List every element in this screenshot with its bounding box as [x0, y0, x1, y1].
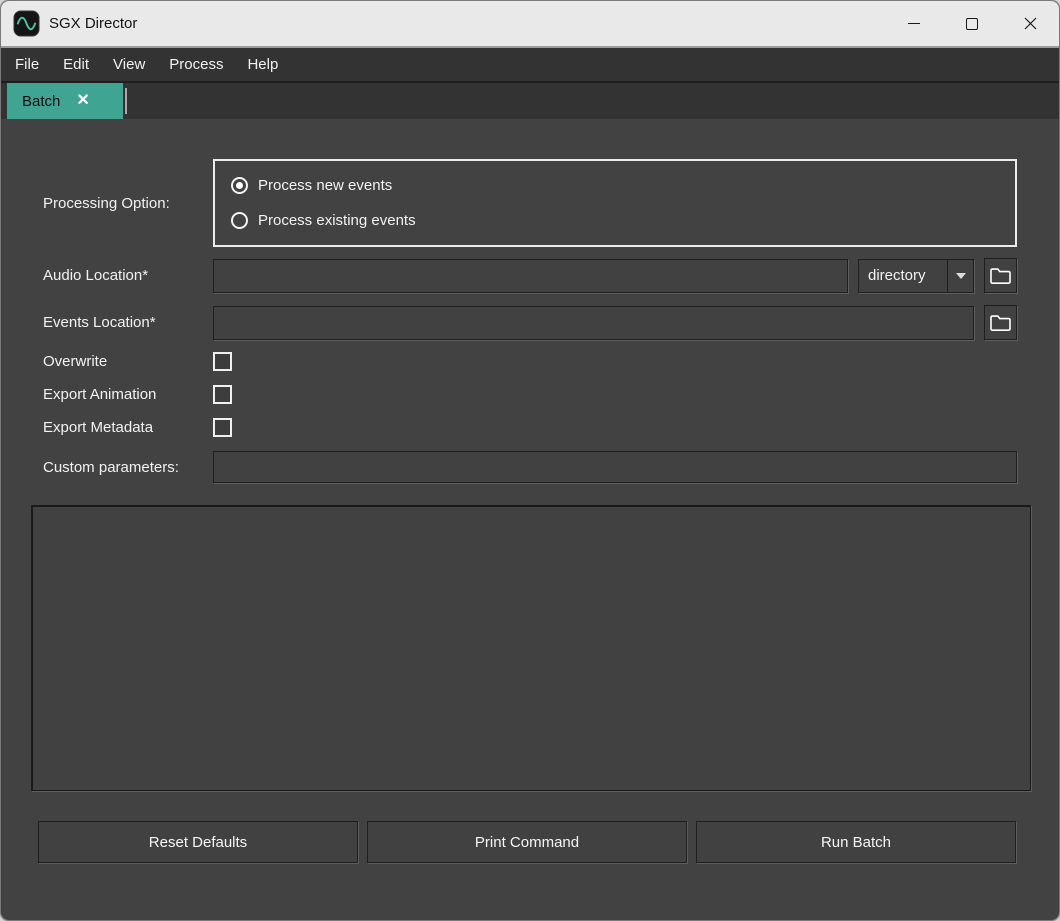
overwrite-row: Overwrite	[43, 352, 1017, 371]
radio-icon[interactable]	[231, 177, 248, 194]
close-icon	[1024, 17, 1037, 30]
audio-location-browse-button[interactable]	[984, 258, 1017, 293]
window-title: SGX Director	[49, 15, 885, 32]
tab-divider	[125, 88, 127, 114]
processing-option-row: Processing Option: Process new events Pr…	[43, 159, 1017, 247]
minimize-button[interactable]	[885, 1, 943, 46]
window-controls	[885, 1, 1059, 46]
batch-panel: Processing Option: Process new events Pr…	[1, 119, 1059, 483]
chevron-down-icon	[956, 273, 966, 279]
log-output-container	[31, 505, 1031, 796]
audio-location-row: Audio Location* directory	[43, 258, 1017, 293]
close-button[interactable]	[1001, 1, 1059, 46]
folder-icon	[989, 313, 1012, 332]
log-output-area[interactable]	[31, 505, 1031, 791]
processing-option-groupbox: Process new events Process existing even…	[213, 159, 1017, 247]
maximize-icon	[966, 18, 978, 30]
menu-edit[interactable]: Edit	[51, 50, 101, 79]
radio-icon[interactable]	[231, 212, 248, 229]
export-animation-row: Export Animation	[43, 385, 1017, 404]
tab-batch[interactable]: Batch ✕	[7, 83, 123, 119]
export-metadata-label: Export Metadata	[43, 419, 213, 436]
radio-label: Process new events	[258, 177, 392, 194]
tab-batch-label: Batch	[22, 93, 60, 110]
events-location-row: Events Location*	[43, 305, 1017, 340]
minimize-icon	[908, 23, 920, 24]
events-location-input[interactable]	[213, 306, 974, 340]
audio-location-input[interactable]	[213, 259, 848, 293]
app-window: SGX Director File Edit View Process Help…	[0, 0, 1060, 921]
folder-icon	[989, 266, 1012, 285]
audio-location-label: Audio Location*	[43, 267, 213, 284]
combo-selected-value: directory	[859, 267, 947, 284]
action-buttons: Reset Defaults Print Command Run Batch	[38, 821, 1016, 863]
radio-process-existing-events[interactable]: Process existing events	[231, 212, 1001, 229]
run-batch-button[interactable]: Run Batch	[696, 821, 1016, 863]
menu-view[interactable]: View	[101, 50, 157, 79]
processing-option-label: Processing Option:	[43, 195, 213, 212]
overwrite-checkbox[interactable]	[213, 352, 232, 371]
custom-parameters-row: Custom parameters:	[43, 451, 1017, 483]
radio-label: Process existing events	[258, 212, 416, 229]
menu-help[interactable]: Help	[235, 50, 290, 79]
menu-file[interactable]: File	[3, 50, 51, 79]
radio-dot	[236, 182, 243, 189]
export-animation-checkbox[interactable]	[213, 385, 232, 404]
app-logo-icon	[13, 10, 40, 37]
custom-parameters-input[interactable]	[213, 451, 1017, 483]
events-location-browse-button[interactable]	[984, 305, 1017, 340]
titlebar: SGX Director	[1, 1, 1059, 48]
tab-close-icon[interactable]: ✕	[76, 93, 89, 109]
custom-parameters-label: Custom parameters:	[43, 459, 213, 476]
menu-process[interactable]: Process	[157, 50, 235, 79]
tab-bar: Batch ✕	[1, 81, 1059, 119]
export-animation-label: Export Animation	[43, 386, 213, 403]
reset-defaults-button[interactable]: Reset Defaults	[38, 821, 358, 863]
maximize-button[interactable]	[943, 1, 1001, 46]
overwrite-label: Overwrite	[43, 353, 213, 370]
events-location-label: Events Location*	[43, 314, 213, 331]
export-metadata-row: Export Metadata	[43, 418, 1017, 437]
print-command-button[interactable]: Print Command	[367, 821, 687, 863]
menubar: File Edit View Process Help	[1, 48, 1059, 81]
audio-location-type-select[interactable]: directory	[858, 259, 974, 293]
radio-process-new-events[interactable]: Process new events	[231, 177, 1001, 194]
combo-arrow-button[interactable]	[947, 260, 973, 292]
export-metadata-checkbox[interactable]	[213, 418, 232, 437]
